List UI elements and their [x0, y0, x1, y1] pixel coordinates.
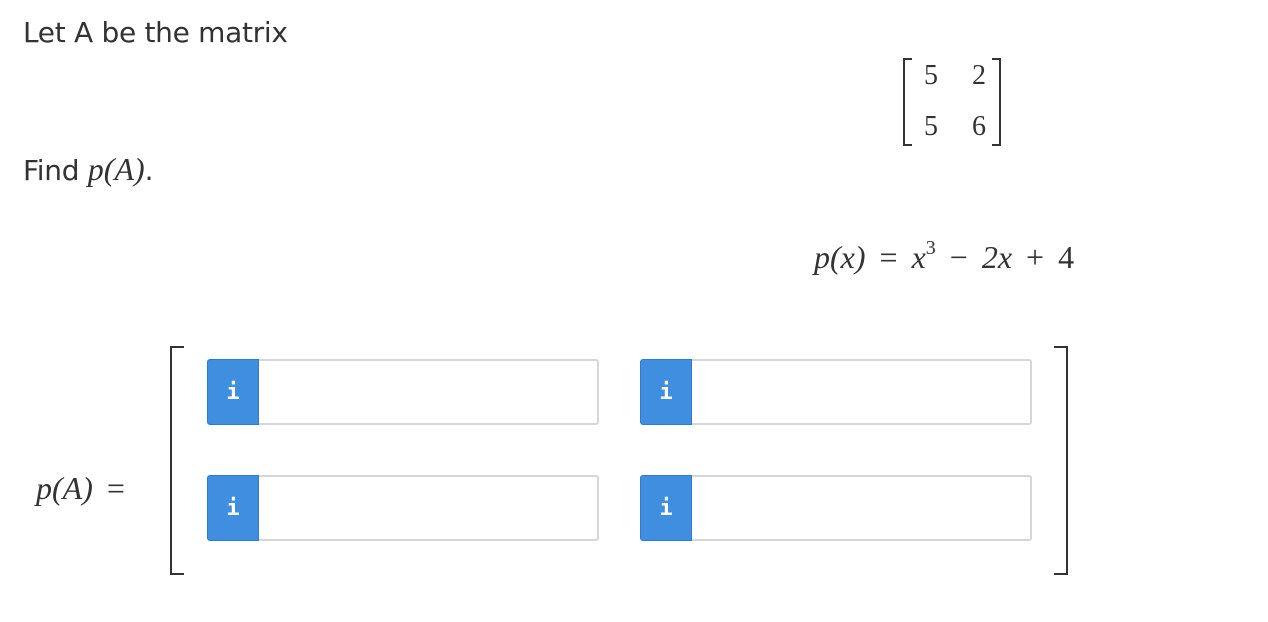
poly-constant: 4 [1058, 239, 1075, 275]
info-icon[interactable]: i [207, 475, 259, 541]
find-prefix: Find [23, 154, 80, 187]
poly-plus: + [1026, 239, 1045, 275]
answer-label: p(A) = [36, 466, 125, 510]
answer-input-r1c2[interactable] [692, 359, 1032, 425]
poly-exponent: 3 [925, 237, 936, 259]
answer-input-r2c2[interactable] [692, 475, 1032, 541]
answer-matrix-left-bracket [170, 346, 184, 575]
answer-input-r2c1[interactable] [259, 475, 599, 541]
answer-input-r1c1[interactable] [259, 359, 599, 425]
find-suffix: . [144, 154, 154, 187]
find-instruction: Find p(A). [23, 150, 154, 190]
matrix-a: 5 2 5 6 [903, 56, 1001, 148]
answer-label-equals: = [106, 470, 125, 506]
answer-cell-r2c2: i [640, 475, 1032, 541]
answer-label-expression: p(A) [36, 470, 93, 506]
answer-cell-r1c2: i [640, 359, 1032, 425]
answer-cell-r1c1: i [207, 359, 599, 425]
find-expression: p(A) [87, 151, 145, 187]
matrix-cell-r1c1: 5 [924, 60, 938, 91]
matrix-cell-r1c2: 2 [972, 60, 986, 91]
polynomial-definition: p(x) = x3−2x +4 [814, 235, 1074, 284]
poly-linear-term: 2x [981, 239, 1013, 275]
info-icon[interactable]: i [640, 475, 692, 541]
matrix-right-bracket [992, 58, 1001, 146]
question-intro: Let A be the matrix [23, 16, 288, 49]
poly-lhs: p(x) [814, 239, 866, 275]
answer-cell-r2c1: i [207, 475, 599, 541]
poly-minus: − [949, 239, 968, 275]
info-icon[interactable]: i [207, 359, 259, 425]
poly-equals: = [879, 239, 898, 275]
poly-base: x [911, 239, 926, 275]
matrix-left-bracket [903, 58, 912, 146]
matrix-cell-r2c2: 6 [972, 111, 986, 142]
info-icon[interactable]: i [640, 359, 692, 425]
matrix-cell-r2c1: 5 [924, 111, 938, 142]
answer-matrix-right-bracket [1054, 346, 1068, 575]
